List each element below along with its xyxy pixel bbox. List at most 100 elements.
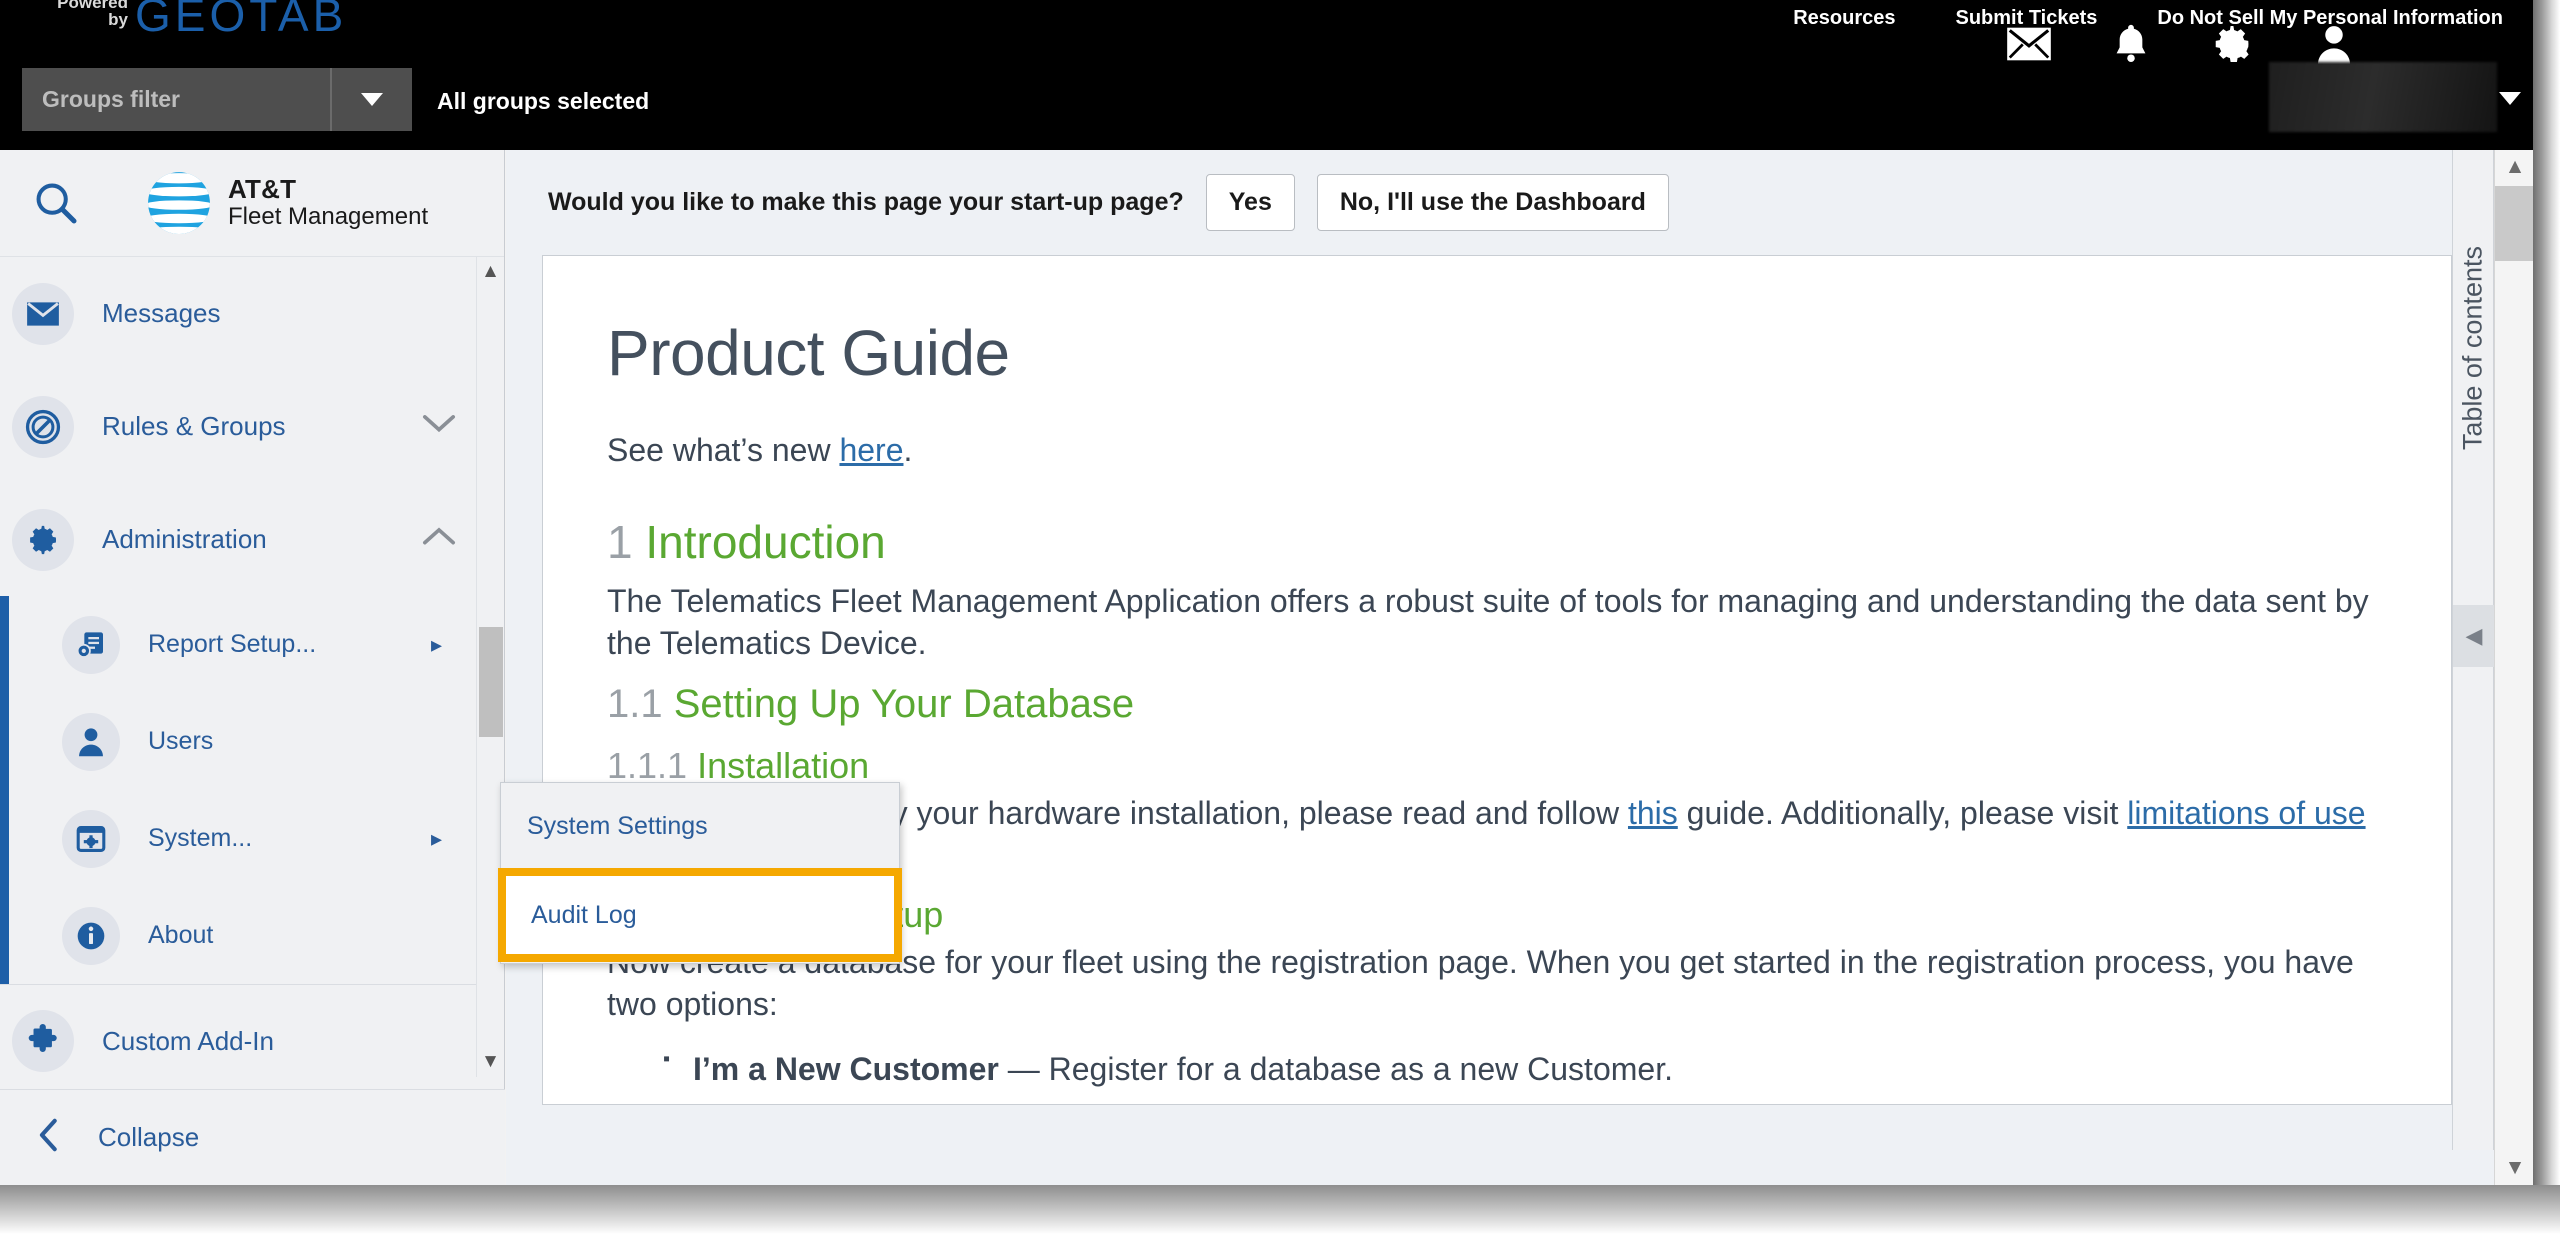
sidebar-nav-list: Messages Rules & Groups Administration R… (0, 257, 504, 1077)
sidebar-collapse-button[interactable]: Collapse (0, 1089, 505, 1185)
toc-collapse-handle[interactable]: ◀ (2453, 605, 2495, 667)
startup-yes-button[interactable]: Yes (1205, 174, 1295, 231)
left-sidebar: AT&T Fleet Management Messages Rules & G… (0, 150, 505, 1185)
sidebar-item-users[interactable]: Users (0, 693, 504, 790)
sidebar-item-label: Custom Add-In (102, 1025, 274, 1056)
app-root: Powered by GEOTAB Resources Submit Ticke… (0, 0, 2560, 1234)
list-item: I’m a New Customer — Register for a data… (663, 1046, 2373, 1090)
whats-new-suffix: . (903, 432, 913, 468)
section-title: Setting Up Your Database (673, 682, 1135, 727)
top-header-bar: Powered by GEOTAB Resources Submit Ticke… (0, 0, 2533, 150)
user-icon[interactable] (2315, 23, 2353, 65)
main-content-area: Would you like to make this page your st… (506, 150, 2560, 1185)
system-icon (62, 809, 120, 868)
top-nav-resources[interactable]: Resources (1793, 7, 1895, 30)
sidebar-collapse-label: Collapse (98, 1122, 200, 1152)
section-title: Installation (697, 745, 870, 787)
sidebar-item-rules-and-groups[interactable]: Rules & Groups (0, 370, 504, 483)
table-of-contents-label: Table of contents (2457, 246, 2488, 451)
geotab-logo: GEOTAB (135, 0, 348, 41)
menu-item-system-settings[interactable]: System Settings (501, 783, 899, 869)
sidebar-administration-subgroup: Report Setup... ▸ Users System... ▸ Abou… (0, 596, 504, 984)
sidebar-item-custom-add-in[interactable]: Custom Add-In (0, 984, 504, 1077)
groups-filter-row: Groups filter All groups selected (0, 60, 2533, 148)
section-title: Introduction (645, 516, 886, 568)
whats-new-link[interactable]: here (839, 432, 903, 468)
sidebar-item-label: About (148, 921, 214, 949)
sidebar-item-about[interactable]: About (0, 887, 504, 984)
chevron-left-icon (36, 1118, 62, 1157)
chevron-right-icon: ▸ (430, 825, 442, 851)
sidebar-item-system[interactable]: System... ▸ (0, 790, 504, 887)
page-title: Product Guide (607, 317, 1010, 389)
powered-by-line2: by (108, 10, 128, 29)
section-number: 1.1 (607, 682, 663, 727)
groups-filter[interactable]: Groups filter (22, 68, 412, 131)
username-redacted-box[interactable] (2269, 62, 2497, 132)
section-body-1: The Telematics Fleet Management Applicat… (607, 583, 2369, 661)
mail-icon[interactable] (2007, 27, 2051, 61)
whats-new-prefix: See what’s new (607, 432, 840, 468)
user-menu-chevron-down-icon[interactable] (2499, 92, 2521, 105)
section-heading-1: 1 Introduction (607, 515, 2373, 569)
table-of-contents-tab[interactable]: Table of contents ◀ (2452, 150, 2495, 1150)
chevron-up-icon (422, 527, 456, 552)
window-bottom-edge-shadow (0, 1185, 2560, 1234)
sidebar-brand-row: AT&T Fleet Management (0, 150, 504, 257)
info-icon (62, 906, 120, 965)
att-logo-text: AT&T Fleet Management (228, 174, 429, 231)
section-number: 1 (607, 516, 633, 568)
list-item: I’m a Partner — Register for a new datab… (663, 1102, 2373, 1104)
sidebar-item-label: Messages (102, 298, 221, 328)
system-submenu-popup: System Settings Audit Log (498, 782, 902, 964)
chevron-left-icon: ◀ (2465, 623, 2483, 648)
sidebar-item-administration[interactable]: Administration (0, 483, 504, 596)
startup-prompt-question: Would you like to make this page your st… (548, 188, 1184, 216)
sidebar-item-report-setup[interactable]: Report Setup... ▸ (0, 596, 504, 693)
section-heading-1-1: 1.1 Setting Up Your Database (607, 682, 2373, 727)
menu-item-audit-log[interactable]: Audit Log (498, 868, 902, 962)
scroll-down-icon[interactable]: ▼ (477, 1047, 504, 1077)
att-globe-icon (148, 172, 210, 234)
chevron-down-icon (422, 414, 456, 439)
whats-new-line: See what’s new here. (607, 432, 2373, 469)
list-item-bold: I’m a New Customer (693, 1050, 999, 1087)
limitations-of-use-link[interactable]: limitations of use (2127, 795, 2365, 831)
window-right-edge-shadow (2533, 0, 2560, 1185)
sidebar-item-messages[interactable]: Messages (0, 257, 504, 370)
att-brand-line1: AT&T (228, 174, 297, 204)
block-icon (12, 395, 74, 458)
powered-by-label: Powered by (28, 0, 128, 28)
report-setup-icon (62, 615, 120, 674)
all-groups-selected-label: All groups selected (437, 88, 650, 114)
section-number: 1.1.1 (607, 745, 688, 787)
sidebar-item-label: System... (148, 824, 253, 852)
sidebar-scrollbar-thumb[interactable] (479, 627, 503, 737)
scroll-up-icon[interactable]: ▲ (477, 257, 504, 287)
gear-icon[interactable] (2211, 23, 2253, 65)
startup-no-button[interactable]: No, I'll use the Dashboard (1316, 174, 1669, 231)
page-scrollbar[interactable]: ▲ ▼ (2494, 150, 2536, 1185)
product-guide-document: Product Guide See what’s new here. 1 Int… (543, 256, 2451, 1104)
section-heading-1-1-1: 1.1.1 Installation (607, 745, 2373, 787)
scroll-up-icon[interactable]: ▲ (2495, 150, 2535, 184)
startup-page-prompt: Would you like to make this page your st… (506, 150, 2560, 255)
user-icon (62, 712, 120, 771)
scroll-down-icon[interactable]: ▼ (2495, 1151, 2535, 1185)
groups-filter-placeholder[interactable]: Groups filter (22, 86, 330, 113)
att-brand-line2: Fleet Management (228, 203, 429, 231)
page-scrollbar-thumb[interactable] (2495, 186, 2536, 261)
bell-icon[interactable] (2113, 22, 2149, 66)
install-text-2: guide. Additionally, please visit (1677, 795, 2128, 832)
document-panel: Product Guide See what’s new here. 1 Int… (542, 255, 2452, 1105)
chevron-right-icon: ▸ (430, 631, 442, 657)
mail-icon (12, 282, 74, 345)
install-guide-link[interactable]: this (1628, 795, 1678, 831)
sidebar-item-label: Report Setup... (148, 630, 317, 658)
search-icon[interactable] (18, 180, 94, 226)
att-logo: AT&T Fleet Management (146, 170, 428, 236)
top-action-icons (2007, 22, 2353, 66)
groups-filter-dropdown-button[interactable] (330, 68, 412, 131)
registration-options-list: I’m a New Customer — Register for a data… (663, 1046, 2373, 1104)
puzzle-icon (12, 1010, 74, 1072)
